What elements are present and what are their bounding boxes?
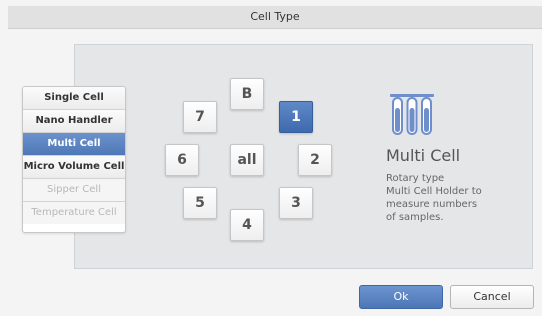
- ok-button[interactable]: Ok: [359, 285, 443, 309]
- cell-type-multi-cell[interactable]: Multi Cell: [23, 133, 125, 156]
- position-button-1[interactable]: 1: [279, 101, 313, 133]
- position-button-5[interactable]: 5: [183, 187, 217, 219]
- cell-description-title: Multi Cell: [386, 146, 461, 165]
- multi-cell-holder-icon: [388, 92, 436, 138]
- cell-type-dialog: Cell Type Single Cell Nano Handler Multi…: [0, 0, 542, 316]
- cell-type-list: Single Cell Nano Handler Multi Cell Micr…: [22, 86, 126, 233]
- position-button-6[interactable]: 6: [165, 144, 199, 176]
- position-button-all[interactable]: all: [230, 144, 264, 176]
- cell-type-sipper-cell: Sipper Cell: [23, 179, 125, 202]
- position-button-2[interactable]: 2: [298, 144, 332, 176]
- cell-type-nano-handler[interactable]: Nano Handler: [23, 110, 125, 133]
- cell-description-line: Multi Cell Holder to: [386, 186, 482, 197]
- position-button-4[interactable]: 4: [230, 209, 264, 241]
- cell-description-line: Rotary type: [386, 173, 445, 184]
- cell-type-temperature-cell: Temperature Cell: [23, 202, 125, 224]
- cell-description-text: Rotary type Multi Cell Holder to measure…: [386, 172, 506, 224]
- cell-type-single-cell[interactable]: Single Cell: [23, 87, 125, 110]
- cell-type-micro-volume-cell[interactable]: Micro Volume Cell: [23, 156, 125, 179]
- position-button-7[interactable]: 7: [183, 101, 217, 133]
- dialog-title: Cell Type: [8, 6, 542, 29]
- position-button-3[interactable]: 3: [279, 187, 313, 219]
- cancel-button[interactable]: Cancel: [450, 285, 534, 309]
- position-button-b[interactable]: B: [230, 78, 264, 110]
- cell-description-line: of samples.: [386, 212, 444, 223]
- cell-description-line: measure numbers: [386, 199, 478, 210]
